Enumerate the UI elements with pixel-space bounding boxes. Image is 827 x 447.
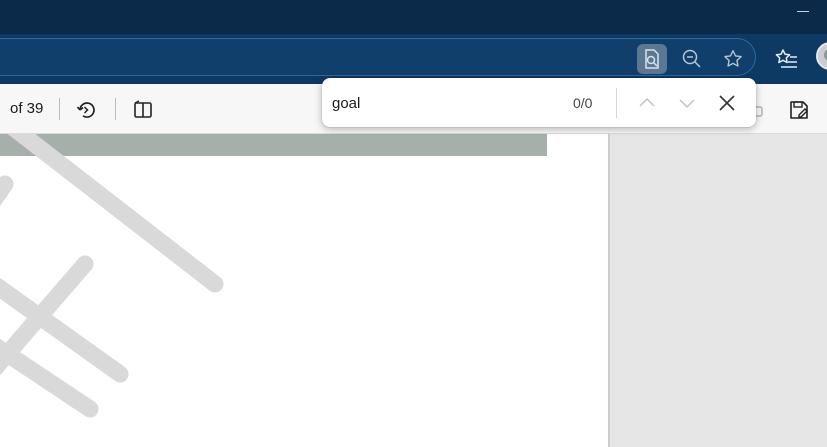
browser-toolbar (0, 34, 827, 84)
save-icon[interactable] (785, 96, 813, 124)
favorites-list-icon[interactable] (772, 44, 802, 74)
rotate-icon[interactable] (73, 96, 101, 124)
close-icon[interactable] (712, 88, 742, 118)
toolbar-divider (59, 98, 60, 120)
toolbar-divider (115, 98, 116, 120)
page-count: of 39 (10, 100, 44, 117)
zoom-out-icon[interactable] (677, 44, 707, 74)
favorite-star-icon[interactable] (718, 44, 748, 74)
page-search-icon[interactable] (637, 44, 667, 74)
pdf-page (0, 134, 610, 447)
page-view-icon[interactable] (129, 96, 157, 124)
document-viewport[interactable] (0, 134, 827, 447)
match-count: 0/0 (573, 95, 593, 111)
find-divider (616, 88, 617, 118)
previous-match-icon[interactable] (632, 88, 662, 118)
title-bar (0, 0, 827, 34)
find-input[interactable] (332, 92, 552, 114)
draft-watermark (0, 134, 224, 418)
minimize-button[interactable] (781, 0, 827, 24)
find-bar: 0/0 (322, 78, 756, 127)
next-match-icon[interactable] (672, 88, 702, 118)
